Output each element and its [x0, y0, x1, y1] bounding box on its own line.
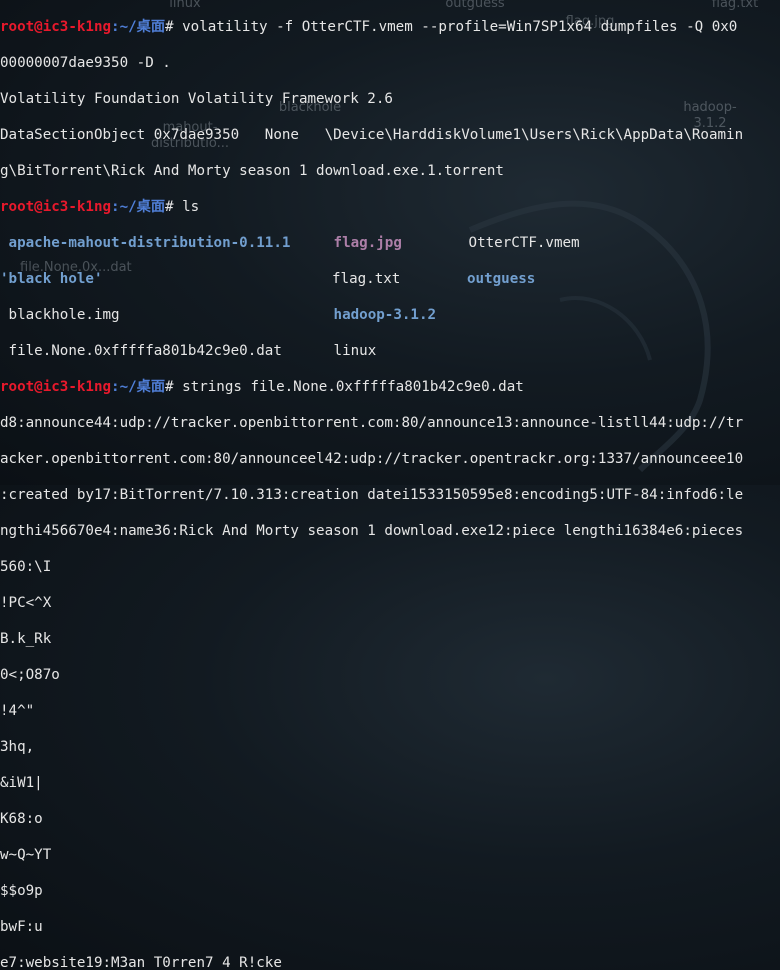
- prompt-line: root@ic3-k1ng:~/桌面# volatility -f OtterC…: [0, 18, 780, 36]
- strings-output-line: :created by17:BitTorrent/7.10.313:creati…: [0, 487, 744, 503]
- prompt-symbol: #: [165, 379, 183, 395]
- strings-output-line: 0<;O87o: [0, 667, 60, 683]
- strings-output-line: w~Q~YT: [0, 847, 52, 863]
- strings-output-line: K68:o: [0, 811, 43, 827]
- prompt-symbol: #: [165, 199, 183, 215]
- terminal-output[interactable]: root@ic3-k1ng:~/桌面# volatility -f OtterC…: [0, 0, 780, 970]
- prompt-symbol: #: [165, 19, 183, 35]
- strings-output-line: &iW1|: [0, 775, 43, 791]
- ls-entry-file: file.None.0xfffffa801b42c9e0.dat: [8, 343, 282, 359]
- prompt-path: :~/桌面: [111, 379, 166, 395]
- prompt-path: :~/桌面: [111, 19, 166, 35]
- output-line: Volatility Foundation Volatility Framewo…: [0, 91, 393, 107]
- prompt-line: root@ic3-k1ng:~/桌面# strings file.None.0x…: [0, 378, 780, 396]
- ls-row: blackhole.img hadoop-3.1.2: [0, 306, 780, 324]
- strings-output-line: ngthi456670e4:name36:Rick And Morty seas…: [0, 523, 744, 539]
- ls-entry-dir: hadoop-3.1.2: [333, 307, 437, 323]
- command-text: strings file.None.0xfffffa801b42c9e0.dat: [182, 379, 524, 395]
- strings-output-line: B.k_Rk: [0, 631, 52, 647]
- strings-output-line: 3hq,: [0, 739, 35, 755]
- ls-entry-file: OtterCTF.vmem: [468, 235, 580, 251]
- ls-row: 'black hole' flag.txt outguess: [0, 270, 780, 288]
- ls-row: apache-mahout-distribution-0.11.1 flag.jp…: [0, 234, 780, 252]
- ls-entry-file: flag.txt: [332, 271, 401, 287]
- strings-output-line: 560:\I: [0, 559, 52, 575]
- command-text: ls: [182, 199, 200, 215]
- strings-output-line: !4^": [0, 703, 35, 719]
- strings-output-line: $$o9p: [0, 883, 43, 899]
- prompt-line: root@ic3-k1ng:~/桌面# ls: [0, 198, 780, 216]
- ls-row: file.None.0xfffffa801b42c9e0.dat linux: [0, 342, 780, 360]
- prompt-user: root@ic3-k1ng: [0, 199, 112, 215]
- strings-output-line: acker.openbittorrent.com:80/announceel42…: [0, 451, 744, 467]
- strings-output-line: e7:website19:M3an_T0rren7_4_R!cke: [0, 955, 282, 970]
- ls-entry-image: flag.jpg: [333, 235, 402, 251]
- prompt-path: :~/桌面: [111, 199, 166, 215]
- strings-output-line: d8:announce44:udp://tracker.openbittorre…: [0, 415, 744, 431]
- strings-output-line: bwF:u: [0, 919, 43, 935]
- ls-entry-dir: apache-mahout-distribution-0.11.1: [8, 235, 291, 251]
- ls-entry-dir: 'black hole': [0, 271, 103, 287]
- output-line: g\BitTorrent\Rick And Morty season 1 dow…: [0, 163, 504, 179]
- ls-entry-file: blackhole.img: [8, 307, 120, 323]
- command-continuation: 00000007dae9350 -D .: [0, 55, 171, 71]
- ls-entry-dir: outguess: [467, 271, 536, 287]
- prompt-user: root@ic3-k1ng: [0, 379, 112, 395]
- command-text: volatility -f OtterCTF.vmem --profile=Wi…: [182, 19, 738, 35]
- output-line: DataSectionObject 0x7dae9350 None \Devic…: [0, 127, 744, 143]
- prompt-user: root@ic3-k1ng: [0, 19, 112, 35]
- strings-output-line: !PC<^X: [0, 595, 52, 611]
- ls-entry-file: linux: [333, 343, 377, 359]
